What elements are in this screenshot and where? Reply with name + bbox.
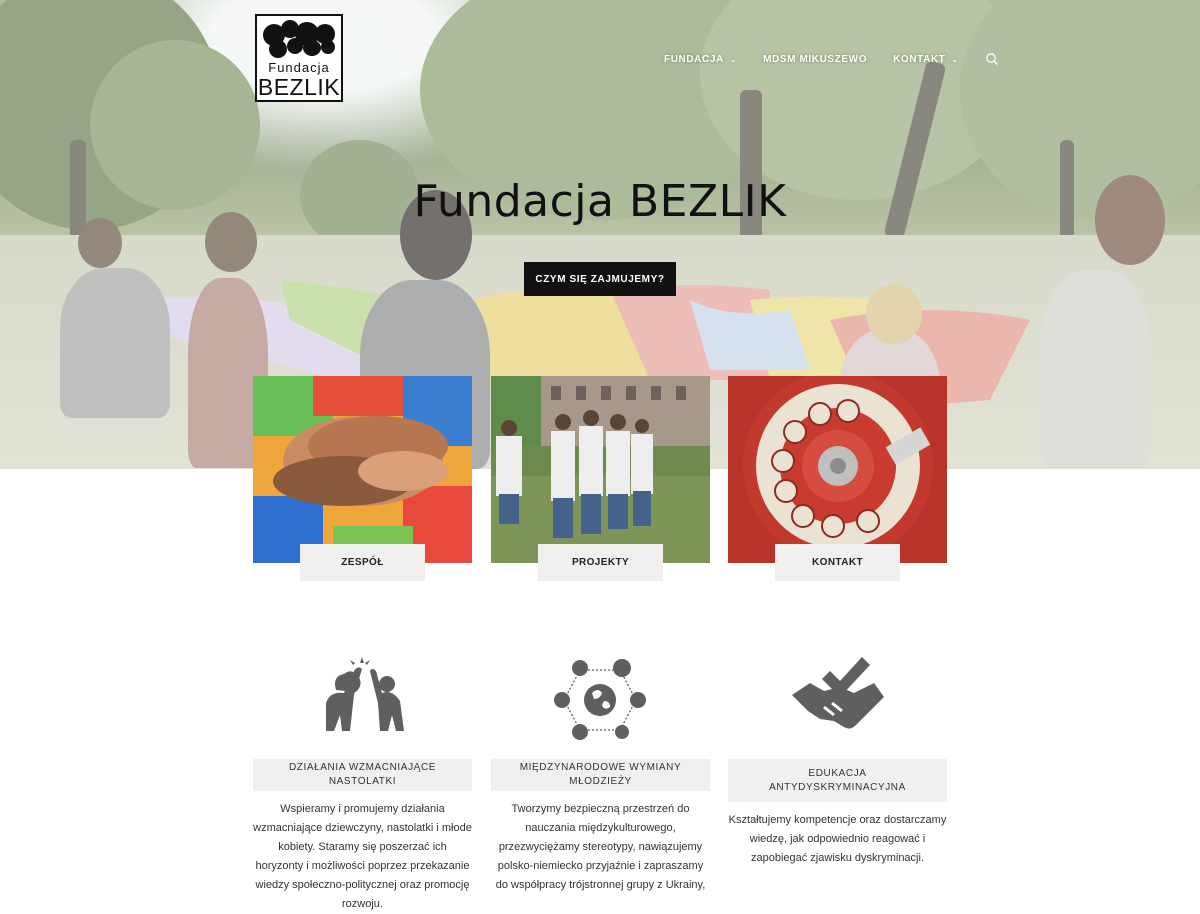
card-kontakt-label[interactable]: KONTAKT: [775, 544, 900, 581]
logo-dot: [303, 40, 321, 56]
logo-dot: [269, 40, 287, 58]
card-kontakt-image[interactable]: [728, 376, 947, 563]
logo-line-2: BEZLIK: [257, 74, 341, 100]
high-five-icon: [326, 657, 404, 731]
logo-line-1: Fundacja: [268, 60, 330, 75]
feature-text-education: Kształtujemy kompetencje oraz dostarczam…: [728, 814, 947, 864]
logo-dot: [321, 40, 335, 54]
chevron-down-icon: ⌄: [951, 54, 959, 64]
main-nav: FUNDACJA ⌄ MDSM MIKUSZEWO KONTAKT ⌄: [664, 52, 999, 66]
nav-item-fundacja[interactable]: FUNDACJA ⌄: [664, 54, 737, 65]
hero-title: Fundacja BEZLIK: [413, 176, 787, 227]
global-network-icon: [554, 659, 646, 740]
feature-title-empowerment: DZIAŁANIA WZMACNIAJĄCE NASTOLATKI: [253, 759, 472, 791]
nav-item-mdsm-mikuszewo[interactable]: MDSM MIKUSZEWO: [763, 54, 867, 65]
card-projekty-label[interactable]: PROJEKTY: [538, 544, 663, 581]
chevron-down-icon: ⌄: [729, 54, 738, 64]
feature-text-exchanges: Tworzymy bezpieczną przestrzeń do naucza…: [495, 803, 706, 891]
nav-item-label: MDSM MIKUSZEWO: [763, 53, 868, 65]
feature-title-exchanges: MIĘDZYNARODOWE WYMIANY MŁODZIEŻY: [491, 759, 710, 791]
feature-text-empowerment: Wspieramy i promujemy działania wzmacnia…: [253, 803, 472, 910]
nav-item-label: FUNDACJA: [664, 53, 724, 65]
nav-item-kontakt[interactable]: KONTAKT ⌄: [893, 54, 959, 65]
nav-item-label: KONTAKT: [893, 53, 946, 65]
card-zespol-image[interactable]: [253, 376, 472, 563]
hero-cta-button[interactable]: CZYM SIĘ ZAJMUJEMY?: [524, 262, 676, 296]
logo-dot: [287, 38, 303, 54]
search-icon[interactable]: [985, 52, 999, 66]
card-projekty-image[interactable]: [491, 376, 710, 563]
site-logo[interactable]: Fundacja BEZLIK: [255, 14, 343, 102]
card-zespol-label[interactable]: ZESPÓŁ: [300, 544, 425, 581]
handshake-check-icon: [792, 657, 884, 729]
feature-title-education: EDUKACJA ANTYDYSKRYMINACYJNA: [728, 759, 947, 802]
